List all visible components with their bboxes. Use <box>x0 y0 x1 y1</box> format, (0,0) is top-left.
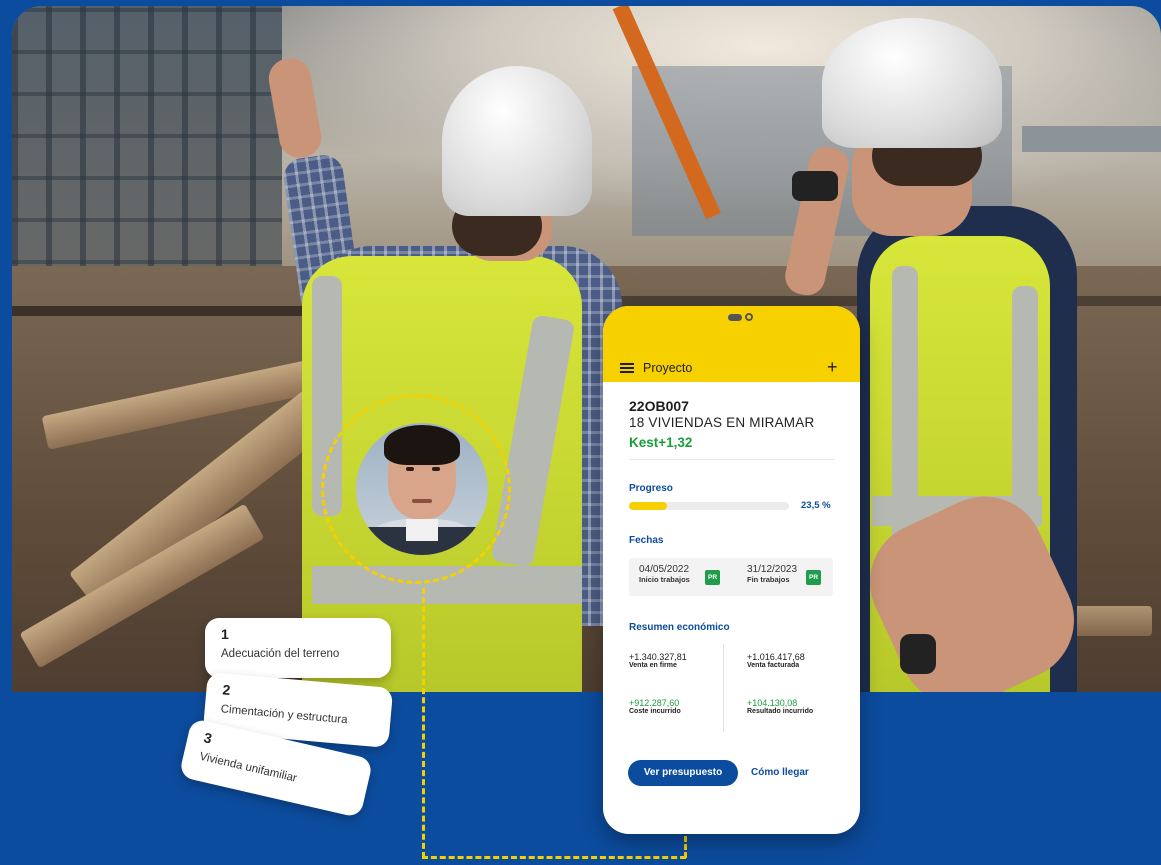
phone-speaker <box>728 314 742 321</box>
bridge <box>1022 126 1161 152</box>
step-number: 1 <box>221 626 229 642</box>
progress-bar-fill <box>629 502 667 510</box>
progress-heading: Progreso <box>629 483 673 494</box>
summary-caption: Coste incurrido <box>629 708 681 715</box>
progress-bar <box>629 502 789 510</box>
summary-heading: Resumen económico <box>629 622 730 633</box>
hamburger-menu-icon[interactable] <box>620 363 634 373</box>
summary-caption: Venta en firme <box>629 662 677 669</box>
start-date-caption: Inicio trabajos <box>639 575 690 584</box>
summary-value: +1.016.417,68 <box>747 652 805 662</box>
app-header: Proyecto + <box>603 306 860 382</box>
end-date-value: 31/12/2023 <box>747 564 798 575</box>
start-date-value: 04/05/2022 <box>639 564 690 575</box>
avatar <box>356 423 488 555</box>
kest-value: Kest+1,32 <box>629 435 693 450</box>
step-card-1[interactable]: 1 Adecuación del terreno <box>205 618 391 678</box>
end-date-caption: Fin trabajos <box>747 575 790 584</box>
summary-caption: Venta facturada <box>747 662 800 669</box>
status-badge: PR <box>806 570 821 585</box>
summary-value: +104.130,08 <box>747 698 798 708</box>
phone-mockup: Proyecto + 22OB007 18 VIVIENDAS EN MIRAM… <box>603 306 860 834</box>
summary-value: +1.340.327,81 <box>629 652 687 662</box>
end-date: 31/12/2023 Fin trabajos <box>747 564 797 584</box>
step-label: Adecuación del terreno <box>221 648 340 660</box>
dates-heading: Fechas <box>629 535 664 546</box>
app-header-title: Proyecto <box>643 361 693 375</box>
summary-value: +912.287,60 <box>629 698 680 708</box>
summary-item: +1.016.417,68 Venta facturada <box>747 652 805 669</box>
status-badge: PR <box>705 570 720 585</box>
scaffolding <box>12 6 282 306</box>
phone-camera <box>745 313 753 321</box>
plus-icon[interactable]: + <box>827 358 838 376</box>
hero-photo <box>12 6 1161 692</box>
summary-item: +104.130,08 Resultado incurrido <box>747 698 813 715</box>
project-code: 22OB007 <box>629 398 689 414</box>
project-name: 18 VIVIENDAS EN MIRAMAR <box>629 415 815 430</box>
start-date: 04/05/2022 Inicio trabajos <box>639 564 690 584</box>
directions-link[interactable]: Cómo llegar <box>751 760 819 786</box>
summary-caption: Resultado incurrido <box>747 708 814 715</box>
summary-item: +912.287,60 Coste incurrido <box>629 698 681 715</box>
dates-panel: 04/05/2022 Inicio trabajos PR 31/12/2023… <box>629 558 833 596</box>
summary-item: +1.340.327,81 Venta en firme <box>629 652 687 669</box>
connector-line <box>422 856 686 859</box>
summary-divider <box>723 644 724 732</box>
connector-line <box>422 588 425 858</box>
divider <box>629 459 834 460</box>
progress-percent: 23,5 % <box>801 500 831 511</box>
view-budget-button[interactable]: Ver presupuesto <box>628 760 738 786</box>
